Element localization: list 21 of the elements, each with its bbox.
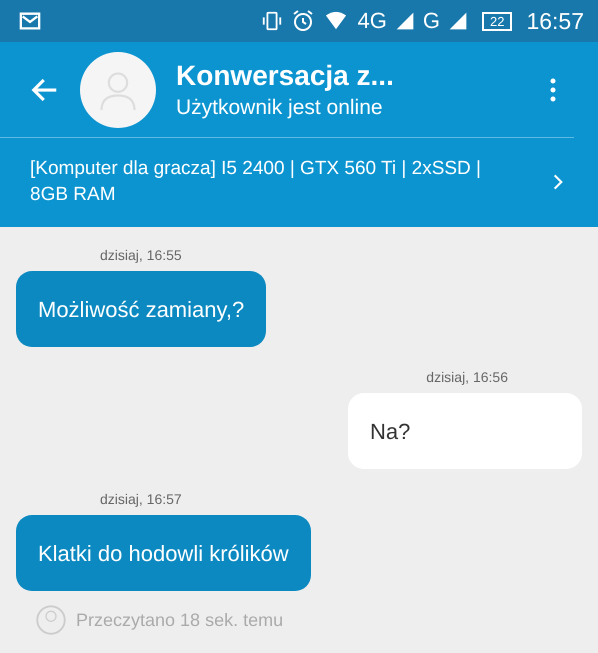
message-time: dzisiaj, 16:55: [100, 247, 182, 264]
battery-icon: 22: [482, 12, 512, 30]
message-time: dzisiaj, 16:56: [426, 369, 508, 386]
more-menu-icon: [550, 76, 556, 102]
mail-icon: [18, 10, 42, 32]
read-receipt: Przeczytano 18 sek. temu: [76, 610, 284, 631]
vibrate-icon: [261, 9, 284, 33]
listing-title[interactable]: [Komputer dla gracza] I5 2400 | GTX 560 Ti | 2xSSD | 8GB RAM: [30, 156, 528, 208]
message-time: dzisiaj, 16:57: [100, 491, 182, 508]
conversation-title: Konwersacja z...: [176, 60, 395, 92]
received-message: Klatki do hodowli królików: [16, 515, 311, 592]
alarm-icon: [291, 9, 316, 33]
received-message: Możliwość zamiany,?: [16, 271, 266, 348]
sent-message: Na?: [348, 393, 582, 470]
network-type: G: [422, 8, 440, 34]
network-type: 4G: [357, 8, 387, 34]
avatar-icon: [36, 605, 66, 636]
signal-icon: [448, 11, 468, 31]
signal-icon: [394, 11, 415, 31]
clock: 16:57: [526, 8, 584, 34]
online-status: Użytkownik jest online: [176, 96, 384, 120]
